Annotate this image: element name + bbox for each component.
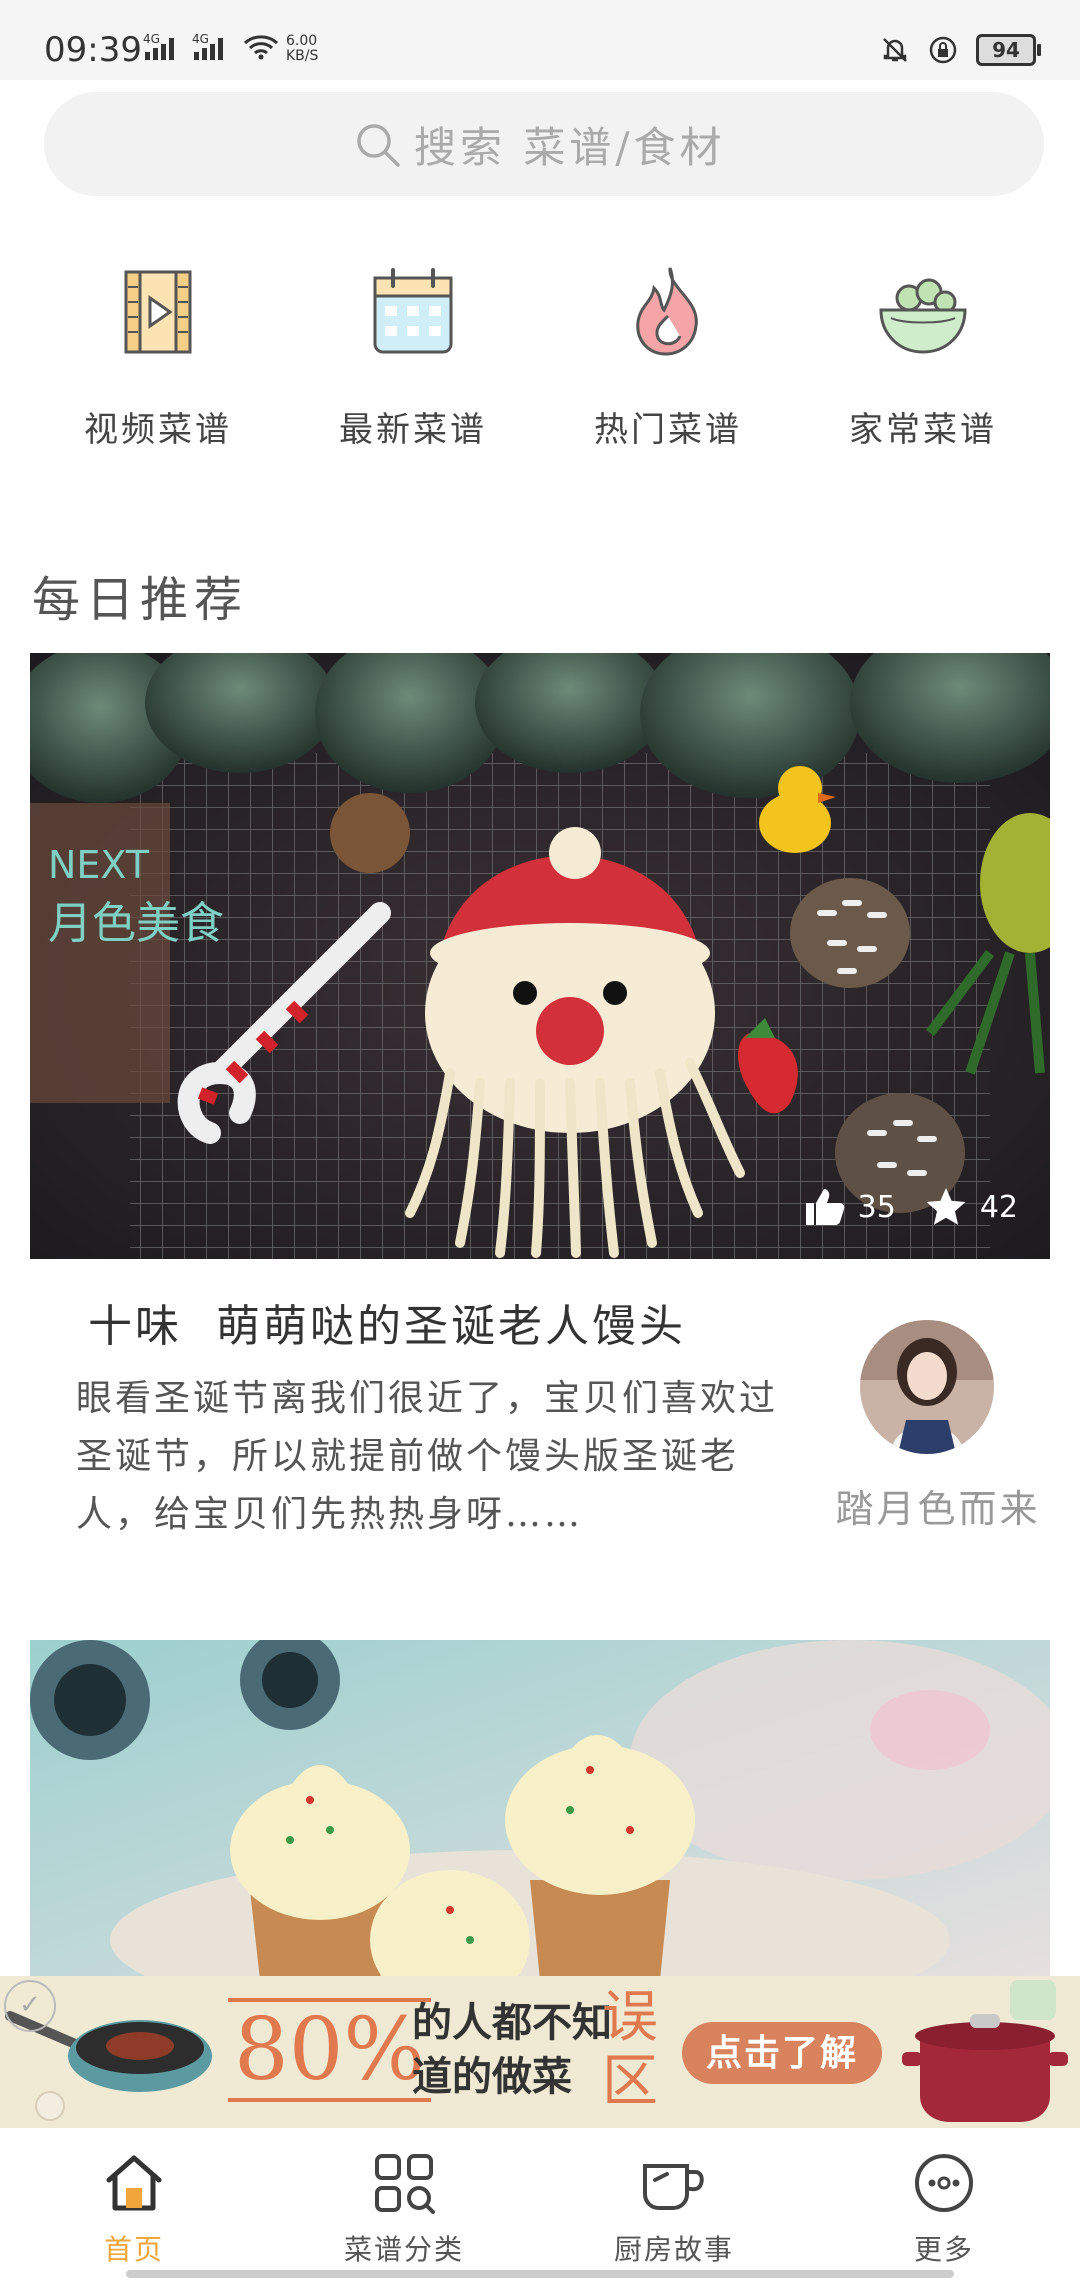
favorites-stat[interactable]: 42 [924,1185,1018,1229]
wifi-icon [244,35,278,60]
salad-bowl-icon [879,278,967,354]
quick-link-video[interactable]: 视频菜谱 [48,262,268,451]
tab-more[interactable]: 更多 [834,2150,1054,2268]
flame-icon [636,267,698,356]
likes-count: 35 [857,1189,896,1225]
recipe-description: 眼看圣诞节离我们很近了，宝贝们喜欢过圣诞节，所以就提前做个馒头版圣诞老人，给宝贝… [76,1378,779,1535]
home-indicator[interactable] [126,2270,954,2278]
quick-link-latest[interactable]: 最新菜谱 [303,262,523,451]
status-time: 09:39 [44,30,142,70]
author-name[interactable]: 踏月色而来 [818,1478,1058,1533]
search-icon [357,123,400,167]
thumbs-up-icon [805,1189,844,1225]
recipe-cover-image[interactable]: NEXT 月色美食 35 42 [30,653,1050,1259]
ad-close-icon[interactable]: ✓ [4,1980,56,2032]
network-speed: 6.00 KB/S [286,33,319,64]
section-title: 每日推荐 [32,572,249,628]
cup-icon [643,2164,704,2210]
rotation-lock-icon [929,36,957,64]
home-icon [106,2155,162,2211]
mute-bell-icon [883,38,907,62]
ad-learn-more-button[interactable]: 点击了解 [682,2022,882,2084]
search-placeholder: 搜索 菜谱/食材 [414,123,726,172]
calendar-icon [373,268,453,354]
video-recipe-icon [124,270,192,354]
bottom-tab-bar: 首页 菜谱分类 厨房故事 更多 [0,2128,1080,2280]
category-search-icon [375,2154,435,2214]
quick-link-home-style[interactable]: 家常菜谱 [813,262,1033,451]
tab-home[interactable]: 首页 [24,2150,244,2268]
battery-indicator: 94 [976,34,1041,66]
signal-icon: 4G [143,32,174,60]
ad-percent: 80% [228,1998,432,2102]
network-indicators: 4G 4G [143,32,279,60]
image-sub-text: 月色美食 [48,898,224,949]
recipe-title[interactable]: 十味 萌萌哒的圣诞老人馒头 [88,1290,686,1354]
quick-link-hot[interactable]: 热门菜谱 [558,262,778,451]
star-icon [926,1188,966,1225]
status-right: 94 [880,34,1041,66]
recipe-cover-image-2[interactable] [30,1640,1050,1980]
author-avatar[interactable] [860,1320,994,1454]
recipe-stats: 35 42 [802,1185,1018,1229]
ad-highlight: 误区 [602,1985,658,2114]
image-brand-text: NEXT [48,843,150,887]
tab-recipe-categories[interactable]: 菜谱分类 [294,2150,514,2268]
tab-kitchen-stories[interactable]: 厨房故事 [564,2150,784,2268]
status-bar: 09:39 4G 4G 6.00 KB/S 94 [0,0,1080,80]
ad-headline: 的人都不知 道的做菜 [412,1999,612,2100]
ad-banner[interactable]: ✓ 80% 的人都不知 道的做菜 误区 点击了解 [0,1976,1080,2128]
search-bar[interactable]: 搜索 菜谱/食材 [44,92,1044,196]
signal-icon: 4G [192,32,223,60]
favorites-count: 42 [979,1189,1018,1225]
likes-stat[interactable]: 35 [802,1185,896,1229]
more-icon [915,2154,973,2212]
